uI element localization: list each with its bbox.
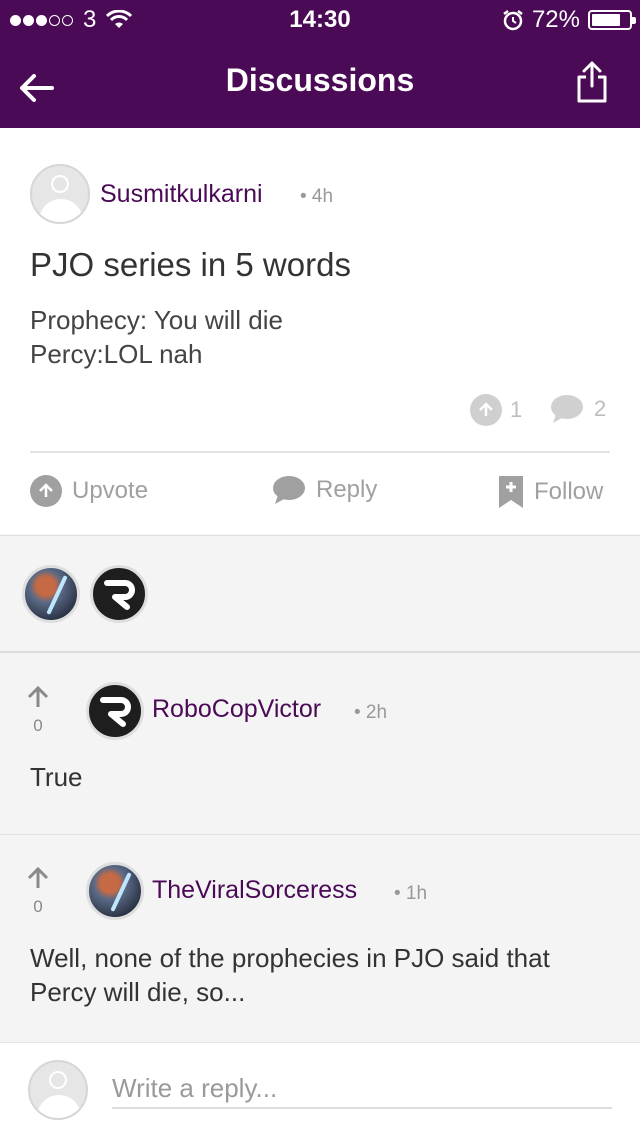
comment-time: • 2h (354, 702, 388, 723)
comment-time: • 1h (394, 883, 428, 904)
vote-count: 0 (33, 897, 43, 916)
comment-text-line: Well, none of the prophecies in PJO said… (30, 943, 550, 973)
post-body-line: Percy:LOL nah (30, 339, 203, 369)
post-body: Prophecy: You will die Percy:LOL nah (30, 303, 283, 371)
avatar[interactable] (22, 565, 80, 623)
bookmark-plus-icon (499, 476, 523, 508)
comment-author[interactable]: TheViralSorceress (152, 876, 357, 905)
alarm-icon (503, 10, 523, 31)
participants-row (0, 535, 640, 653)
avatar (28, 1060, 88, 1120)
comment-vote[interactable]: 0 (26, 685, 50, 736)
comment-text: True (30, 762, 83, 792)
reply-count-value: 2 (594, 396, 607, 421)
avatar[interactable] (30, 164, 90, 224)
arrow-up-circle-icon (30, 475, 62, 507)
avatar[interactable] (86, 682, 144, 740)
post-title: PJO series in 5 words (30, 246, 351, 283)
follow-label: Follow (534, 478, 604, 505)
reply-label: Reply (316, 476, 378, 503)
divider (30, 451, 610, 453)
share-icon[interactable] (574, 60, 610, 104)
upvote-button[interactable]: Upvote (30, 475, 148, 507)
r-logo-icon (100, 697, 131, 727)
vote-count: 0 (33, 716, 43, 735)
upvote-label: Upvote (72, 477, 149, 504)
post-time: • 4h (300, 186, 334, 207)
reply-composer (0, 1042, 640, 1136)
comment: 0 TheViralSorceress • 1h Well, none of t… (0, 836, 640, 1041)
discussion-post: Susmitkulkarni • 4h PJO series in 5 word… (0, 128, 640, 534)
battery-icon (588, 10, 636, 30)
nav-bar: Discussions (0, 40, 640, 128)
post-body-line: Prophecy: You will die (30, 305, 283, 335)
avatar[interactable] (90, 565, 148, 623)
comment-author[interactable]: RoboCopVictor (152, 695, 321, 724)
arrow-up-circle-icon (470, 394, 502, 426)
status-bar: 3 14:30 72% (0, 0, 640, 40)
comment: 0 RoboCopVictor • 2h True (0, 655, 640, 835)
avatar[interactable] (86, 862, 144, 920)
upvote-count-value: 1 (510, 397, 523, 422)
arrow-up-icon[interactable] (26, 866, 50, 890)
page-title: Discussions (225, 62, 415, 98)
r-logo-icon (104, 580, 135, 610)
reply-count: 2 (550, 394, 606, 424)
upvote-count: 1 (470, 394, 522, 426)
reply-input[interactable] (112, 1069, 612, 1109)
arrow-up-icon[interactable] (26, 685, 50, 709)
speech-bubble-icon (273, 476, 305, 504)
comment-text: Well, none of the prophecies in PJO said… (30, 941, 550, 1009)
battery-area: 72% (502, 6, 636, 34)
follow-button[interactable]: Follow (498, 475, 603, 509)
reply-button[interactable]: Reply (272, 475, 377, 505)
comment-vote[interactable]: 0 (26, 866, 50, 917)
comment-text-line: Percy will die, so... (30, 977, 246, 1007)
post-author[interactable]: Susmitkulkarni (100, 180, 263, 209)
battery-percent: 72% (531, 6, 580, 33)
speech-bubble-icon (551, 395, 583, 423)
